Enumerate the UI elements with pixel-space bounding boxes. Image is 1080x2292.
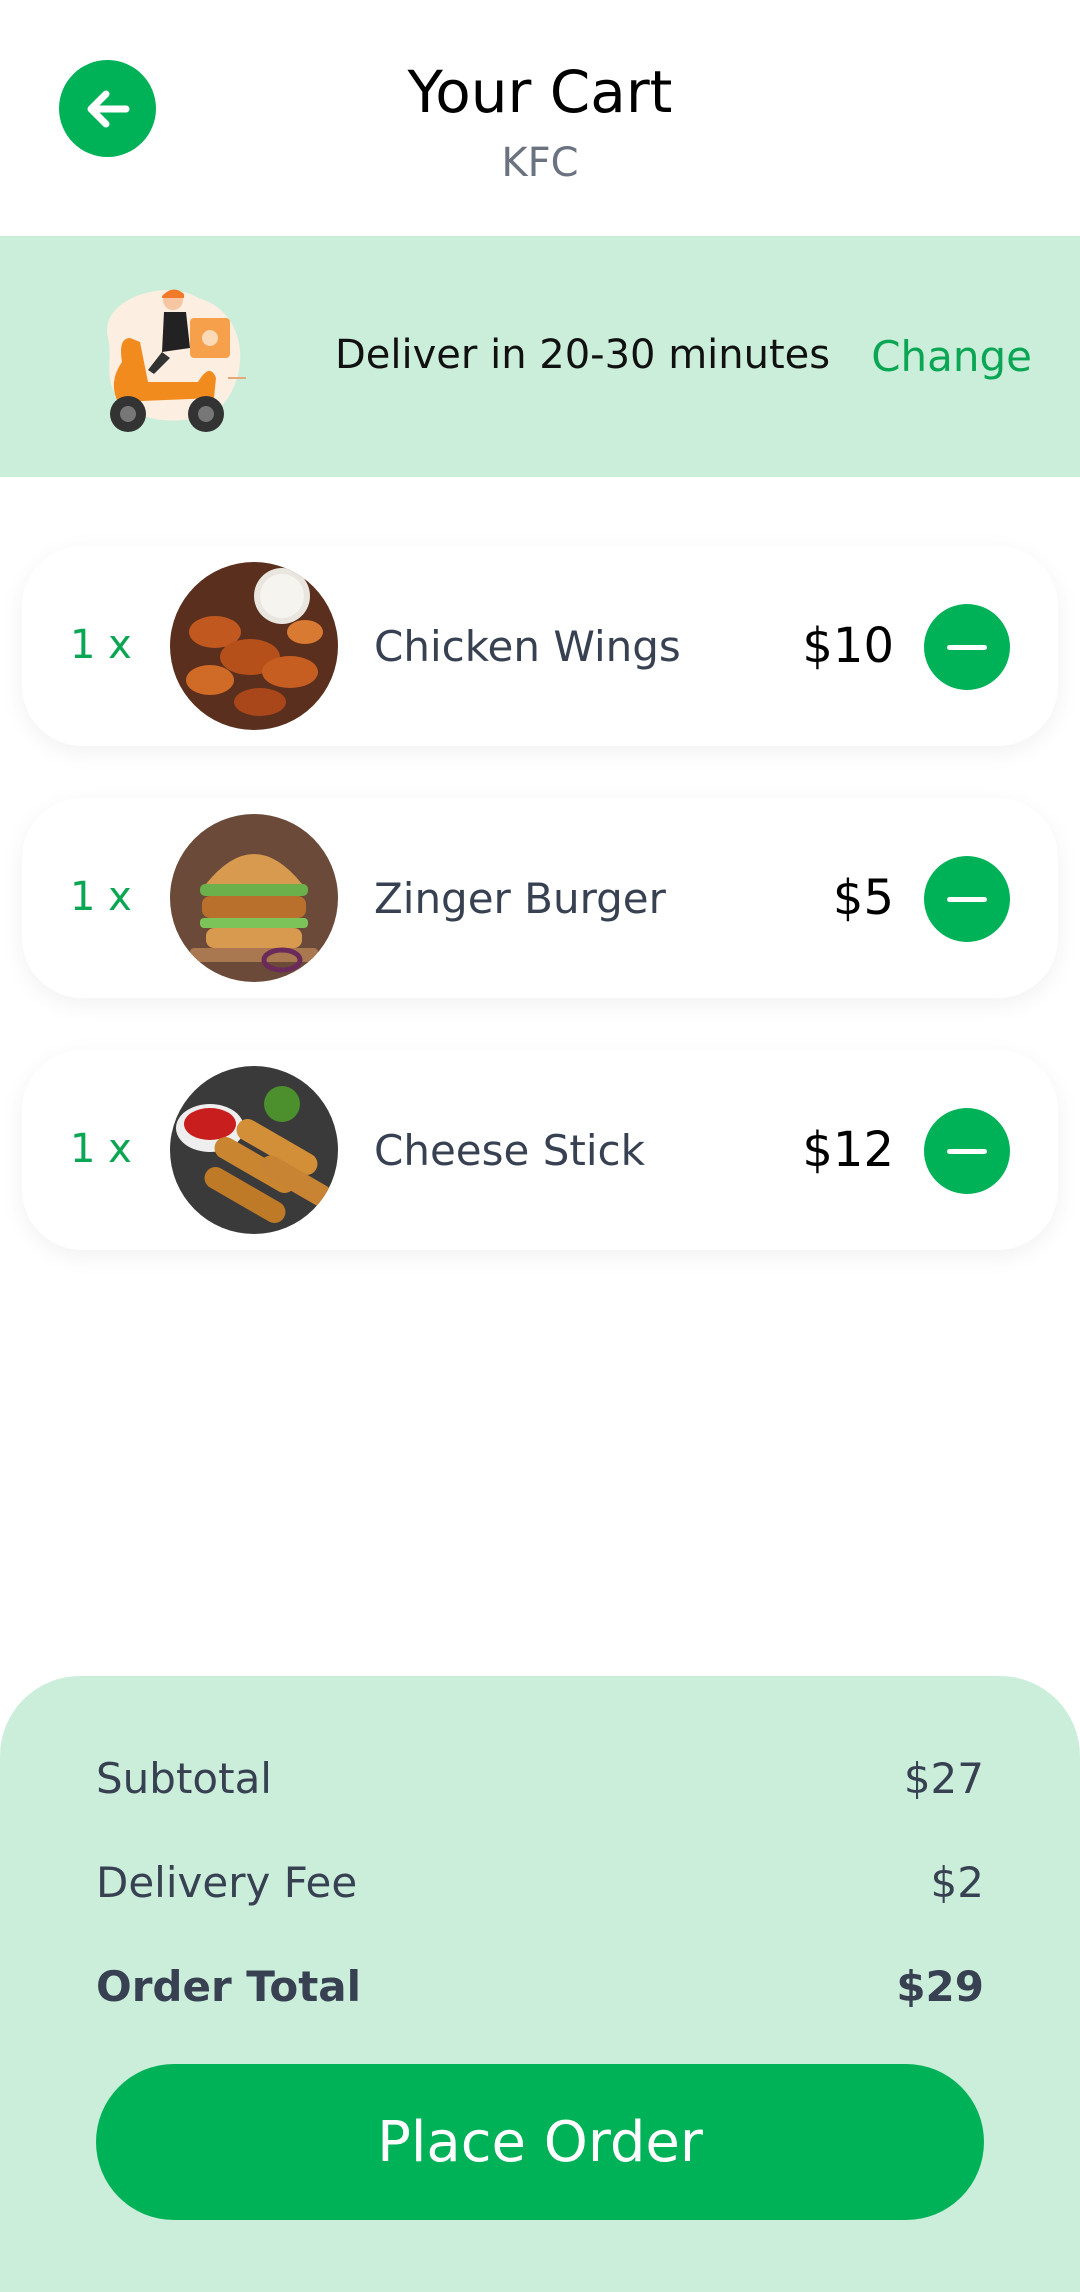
item-quantity: 1 x [70, 1126, 132, 1172]
header: Your Cart KFC [0, 0, 1080, 236]
page-title: Your Cart [407, 58, 673, 126]
restaurant-name: KFC [501, 140, 579, 186]
remove-item-button[interactable] [924, 856, 1010, 942]
chicken-wings-image [170, 562, 338, 730]
cart-item: 1 x Cheese Stick $12 [22, 1050, 1058, 1250]
subtotal-row: Subtotal $27 [96, 1754, 984, 1803]
order-summary: Subtotal $27 Delivery Fee $2 Order Total… [0, 1676, 1080, 2292]
delivery-scooter-illustration [107, 289, 246, 432]
minus-icon [947, 896, 987, 902]
remove-item-button[interactable] [924, 1108, 1010, 1194]
item-name: Zinger Burger [374, 874, 666, 923]
item-name: Cheese Stick [374, 1126, 645, 1175]
subtotal-value: $27 [903, 1754, 984, 1803]
delivery-fee-row: Delivery Fee $2 [96, 1858, 984, 1907]
delivery-time-text: Deliver in 20-30 minutes [335, 332, 831, 378]
place-order-button[interactable]: Place Order [96, 2064, 984, 2220]
change-delivery-link[interactable]: Change [871, 332, 1032, 381]
item-price: $12 [802, 1122, 894, 1178]
order-total-value: $29 [896, 1962, 984, 2011]
item-name: Chicken Wings [374, 622, 681, 671]
minus-icon [947, 1148, 987, 1154]
delivery-banner: Deliver in 20-30 minutes Change [0, 236, 1080, 477]
minus-icon [947, 644, 987, 650]
cart-item: 1 x Chicken Wings $10 [22, 546, 1058, 746]
item-quantity: 1 x [70, 874, 132, 920]
item-quantity: 1 x [70, 622, 132, 668]
cheese-stick-image [170, 1066, 338, 1234]
order-total-label: Order Total [96, 1962, 362, 2011]
remove-item-button[interactable] [924, 604, 1010, 690]
item-price: $10 [802, 618, 894, 674]
delivery-fee-label: Delivery Fee [96, 1858, 358, 1907]
order-total-row: Order Total $29 [96, 1962, 984, 2011]
subtotal-label: Subtotal [96, 1754, 272, 1803]
item-price: $5 [832, 870, 894, 926]
zinger-burger-image [170, 814, 338, 982]
cart-item: 1 x Zinger Burger $5 [22, 798, 1058, 998]
delivery-fee-value: $2 [930, 1858, 984, 1907]
